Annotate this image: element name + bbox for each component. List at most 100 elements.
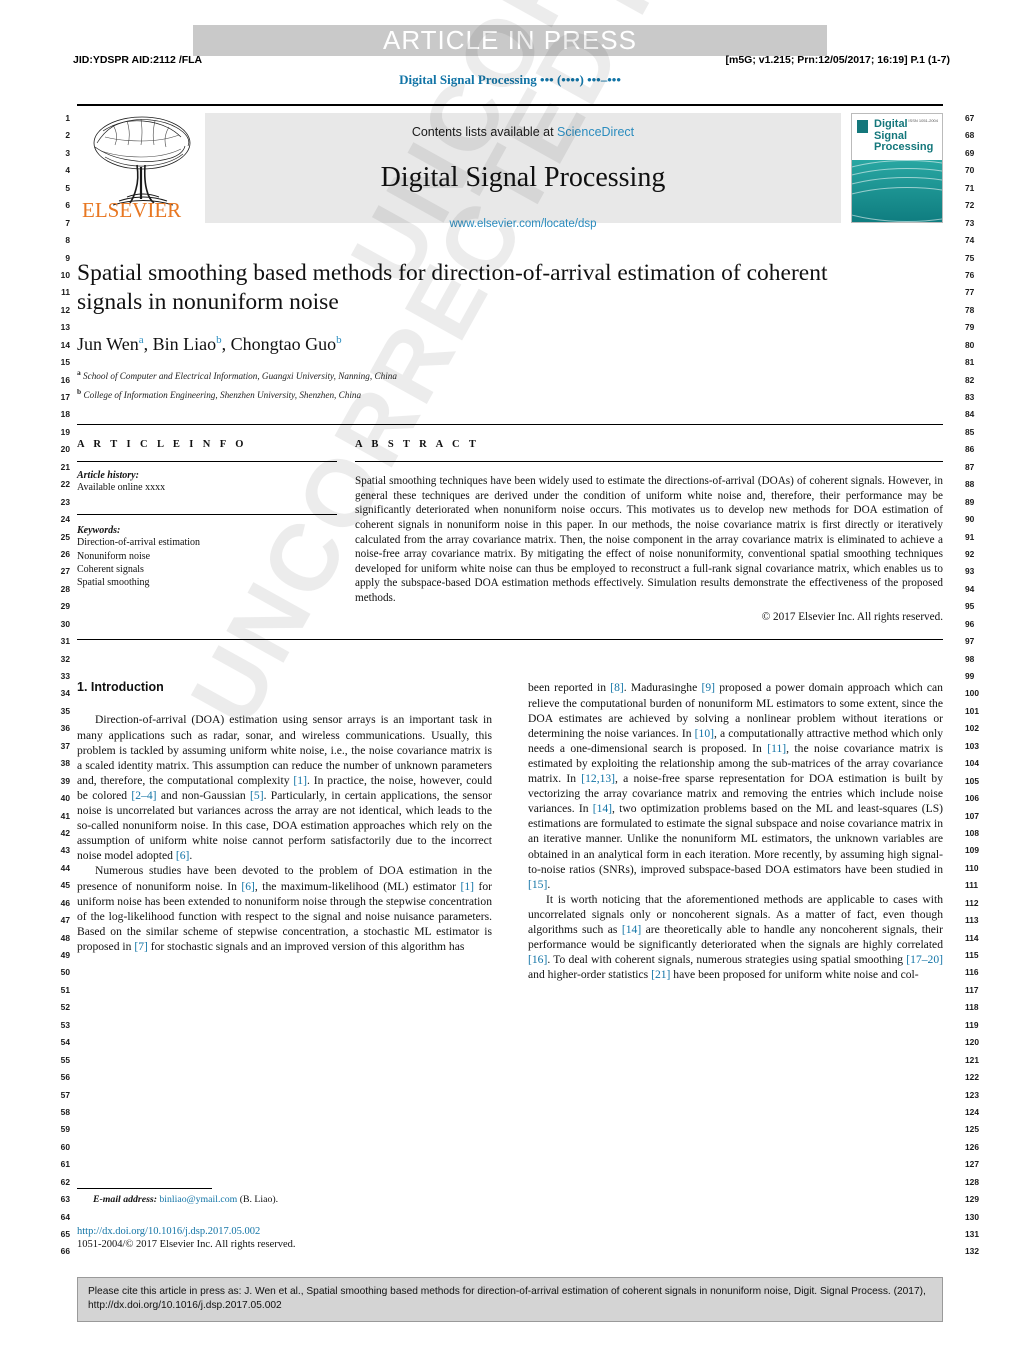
line-number: 127 — [965, 1159, 979, 1170]
body-paragraph: It is worth noticing that the aforementi… — [528, 892, 943, 982]
author-list: Jun Wena, Bin Liaob, Chongtao Guob — [77, 334, 342, 354]
citation-ref[interactable]: [9] — [701, 681, 715, 694]
body-paragraph: Numerous studies have been devoted to th… — [77, 864, 492, 953]
citation-ref[interactable]: [7] — [134, 940, 148, 953]
line-number: 23 — [60, 496, 70, 507]
email-link[interactable]: binliao@ymail.com — [159, 1194, 237, 1205]
line-number: 64 — [60, 1211, 70, 1222]
line-number: 43 — [60, 845, 70, 856]
citation-ref[interactable]: [8] — [610, 681, 624, 694]
line-number: 102 — [965, 723, 979, 734]
line-number: 72 — [965, 200, 975, 211]
citation-ref[interactable]: [6] — [241, 880, 255, 893]
corresponding-email-line: E-mail address: binliao@ymail.com (B. Li… — [77, 1194, 492, 1205]
author-affiliation-marker: b — [336, 334, 342, 346]
citation-ref[interactable]: [10] — [695, 727, 714, 740]
citation-ref[interactable]: [1] — [293, 774, 307, 787]
line-number: 7 — [65, 217, 70, 228]
citation-ref[interactable]: [17–20] — [906, 953, 943, 966]
line-number: 126 — [965, 1141, 979, 1152]
line-number: 106 — [965, 793, 979, 804]
line-number: 6 — [65, 200, 70, 211]
citation-ref[interactable]: [2–4] — [131, 789, 156, 802]
author-name: Chongtao Guo — [230, 334, 337, 354]
line-number: 22 — [60, 479, 70, 490]
right-column: been reported in [8]. Madurasinghe [9] p… — [528, 680, 943, 982]
doi-link[interactable]: http://dx.doi.org/10.1016/j.dsp.2017.05.… — [77, 1226, 492, 1237]
line-number: 77 — [965, 287, 975, 298]
citation-ref[interactable]: [6] — [176, 849, 190, 862]
affiliation-list: a School of Computer and Electrical Info… — [77, 367, 943, 401]
keyword-item: Coherent signals — [77, 563, 144, 575]
info-abstract-row: A R T I C L E I N F O Article history: A… — [77, 424, 943, 623]
line-number: 116 — [965, 967, 979, 978]
citation-ref[interactable]: [21] — [651, 968, 670, 981]
affiliation-marker: a — [77, 368, 81, 377]
line-number: 125 — [965, 1124, 979, 1135]
line-number: 108 — [965, 827, 979, 838]
line-number: 120 — [965, 1037, 979, 1048]
line-number: 67 — [965, 113, 975, 123]
line-number: 80 — [965, 339, 975, 350]
line-number: 89 — [965, 496, 975, 507]
line-number: 11 — [61, 287, 70, 298]
line-number: 9 — [65, 252, 70, 263]
citation-ref[interactable]: [14] — [593, 802, 612, 815]
line-number: 56 — [60, 1072, 70, 1083]
page-content: ELSEVIER Contents lists available at Sci… — [77, 104, 943, 982]
citation-ref[interactable]: [1] — [460, 880, 474, 893]
line-number: 75 — [965, 252, 975, 263]
line-number: 32 — [60, 653, 70, 664]
line-number: 18 — [60, 409, 70, 420]
article-info-divider-top — [77, 461, 337, 463]
please-cite-box: Please cite this article in press as: J.… — [77, 1277, 943, 1322]
citation-ref[interactable]: [11] — [767, 742, 786, 755]
article-in-press-banner: ARTICLE IN PRESS — [193, 25, 827, 56]
line-number: 118 — [965, 1002, 979, 1013]
line-number: 132 — [965, 1246, 979, 1257]
line-number: 124 — [965, 1106, 979, 1117]
line-number: 114 — [965, 932, 979, 943]
line-number: 34 — [60, 688, 70, 699]
line-number: 15 — [60, 357, 70, 368]
citation-ref[interactable]: [12,13] — [581, 772, 615, 785]
citation-ref[interactable]: [16] — [528, 953, 547, 966]
line-number: 98 — [965, 653, 975, 664]
line-number: 122 — [965, 1072, 979, 1083]
line-number: 42 — [60, 827, 70, 838]
citation-ref[interactable]: [14] — [622, 923, 641, 936]
line-number: 27 — [60, 566, 70, 577]
line-number: 16 — [60, 374, 70, 385]
citation-ref[interactable]: [15] — [528, 878, 547, 891]
line-number: 29 — [60, 601, 70, 612]
line-number: 30 — [60, 618, 70, 629]
line-number: 1 — [65, 113, 70, 123]
line-number: 119 — [965, 1019, 979, 1030]
abstract-copyright: © 2017 Elsevier Inc. All rights reserved… — [761, 611, 943, 624]
body-divider — [77, 639, 943, 641]
email-label: E-mail address: — [93, 1194, 157, 1205]
author-affiliation-marker: a — [138, 334, 144, 346]
line-number: 10 — [60, 269, 70, 280]
line-number: 109 — [965, 845, 979, 856]
print-meta: [m5G; v1.215; Prn:12/05/2017; 16:19] P.1… — [725, 54, 950, 66]
keyword-item: Direction-of-arrival estimation — [77, 537, 201, 549]
sciencedirect-link[interactable]: ScienceDirect — [557, 125, 634, 139]
line-number: 117 — [965, 984, 979, 995]
line-number: 58 — [60, 1106, 70, 1117]
line-number: 70 — [965, 165, 975, 176]
line-number: 59 — [60, 1124, 70, 1135]
line-number: 97 — [965, 636, 975, 647]
keyword-item: Spatial smoothing — [77, 576, 150, 588]
cover-title: Digital Signal Processing — [874, 118, 934, 153]
journal-url-link[interactable]: www.elsevier.com/locate/dsp — [205, 218, 841, 230]
line-number: 54 — [60, 1037, 70, 1048]
article-info-column: A R T I C L E I N F O Article history: A… — [77, 439, 337, 623]
citation-ref[interactable]: [5] — [250, 789, 264, 802]
line-number: 96 — [965, 618, 975, 629]
line-number: 46 — [60, 897, 70, 908]
line-number: 82 — [965, 374, 975, 385]
elsevier-logo: ELSEVIER — [77, 113, 205, 223]
line-number: 78 — [965, 304, 975, 315]
line-number: 71 — [965, 182, 975, 193]
